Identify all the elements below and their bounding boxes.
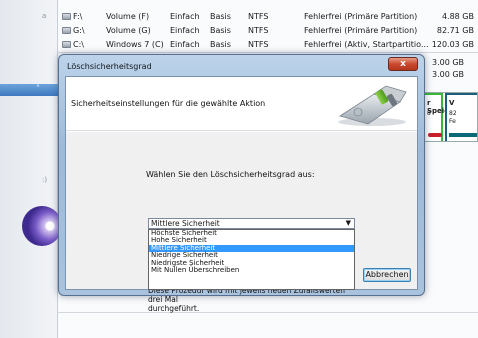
cell-type: Einfach [170, 26, 200, 35]
usage-bar [449, 133, 477, 137]
select-value: Mittlere Sicherheit [151, 219, 220, 228]
partition-sub: 82 [449, 110, 457, 117]
drive-icon [62, 41, 71, 48]
cell-capacity: 4.88 GB [441, 12, 474, 21]
cell-name: Windows 7 (C) [106, 40, 164, 49]
collapse-bar[interactable]: ˄ [0, 84, 58, 96]
separator [58, 52, 478, 53]
left-panel: a :) ˄ [0, 0, 62, 338]
usage-bar [428, 133, 442, 137]
drive-icon [62, 13, 71, 20]
left-panel-mark: :) [42, 176, 48, 184]
cell-art: Basis [210, 26, 231, 35]
dropdown-arrow-icon[interactable]: ▼ [346, 219, 351, 228]
cell-type: Einfach [170, 40, 200, 49]
dialog-client: Sicherheitseinstellungen für die gewählt… [65, 76, 418, 313]
chevron-up-icon: ˄ [36, 84, 40, 93]
dialog-header: Sicherheitseinstellungen für die gewählt… [66, 77, 417, 131]
cell-drive: G:\ [73, 26, 85, 35]
side-capacity: 3.00 GB [432, 58, 465, 67]
disk-icon [22, 206, 62, 246]
description-line: durchgeführt. [148, 304, 200, 313]
security-level-dialog: Löschsicherheitsgrad x Sicherheitseinste… [58, 54, 425, 313]
close-button[interactable]: x [388, 57, 418, 71]
prompt-label: Wählen Sie den Löschsicherheitsgrad aus: [146, 170, 315, 179]
cell-name: Volume (F) [106, 12, 150, 21]
table-row[interactable]: C:\ Windows 7 (C) Einfach Basis NTFS Feh… [60, 38, 478, 52]
option-item[interactable]: Mit Nullen Überschreiben [149, 266, 354, 274]
cell-name: Volume (G) [106, 26, 151, 35]
partition-label: V [449, 99, 455, 107]
left-panel-mark: a [42, 12, 47, 20]
volume-table: F:\ Volume (F) Einfach Basis NTFS Fehler… [60, 10, 478, 52]
cell-filesystem: NTFS [248, 12, 269, 21]
drive-icon [62, 27, 71, 34]
dialog-content: Wählen Sie den Löschsicherheitsgrad aus:… [66, 132, 417, 313]
cell-status: Fehlerfrei (Primäre Partition) [304, 26, 418, 35]
cell-filesystem: NTFS [248, 26, 269, 35]
partition-sub: Fe [449, 118, 456, 125]
cell-status: Fehlerfrei (Primäre Partition) [304, 12, 418, 21]
cell-capacity: 120.03 GB [431, 40, 474, 49]
description-text: Diese Prozedur wird mit jeweils neuen Zu… [148, 286, 348, 313]
cell-status: Fehlerfrei (Aktiv, Startpartitio... [304, 40, 429, 49]
disk-map[interactable]: r Speic 8 V 82 Fe [422, 92, 478, 142]
table-row[interactable]: G:\ Volume (G) Einfach Basis NTFS Fehler… [60, 24, 478, 38]
table-row[interactable]: F:\ Volume (F) Einfach Basis NTFS Fehler… [60, 10, 478, 24]
side-capacity: 3.00 GB [432, 70, 465, 79]
partition-sub: 8 [427, 110, 431, 117]
header-text: Sicherheitseinstellungen für die gewählt… [71, 99, 266, 108]
partition-block[interactable]: V 82 Fe [445, 93, 477, 141]
cell-art: Basis [210, 40, 231, 49]
cell-drive: C:\ [73, 40, 84, 49]
eraser-icon [338, 85, 407, 126]
security-level-select[interactable]: Mittlere Sicherheit ▼ [148, 218, 355, 229]
cell-type: Einfach [170, 12, 200, 21]
cell-filesystem: NTFS [248, 40, 269, 49]
cell-capacity: 82.71 GB [436, 26, 474, 35]
cell-drive: F:\ [73, 12, 83, 21]
cancel-button[interactable]: Abbrechen [363, 268, 411, 282]
security-level-options: Höchste Sicherheit Hohe Sicherheit Mittl… [148, 229, 355, 290]
cell-art: Basis [210, 12, 231, 21]
partition-block[interactable]: r Speic 8 [423, 93, 448, 141]
dialog-title: Löschsicherheitsgrad [67, 62, 152, 71]
